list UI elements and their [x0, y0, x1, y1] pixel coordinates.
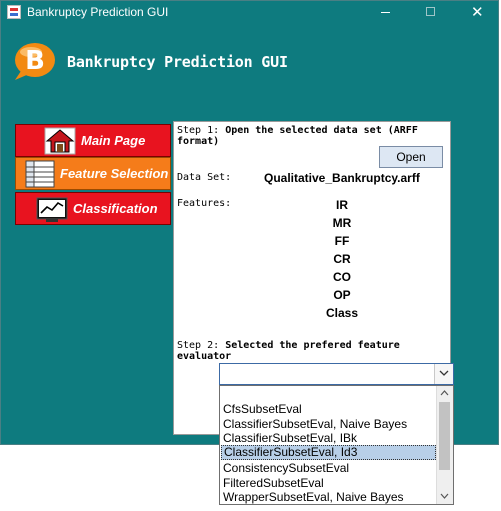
- maximize-icon: [426, 7, 435, 16]
- nav-item-classification[interactable]: Classification: [15, 192, 171, 225]
- step2-number: Step 2:: [177, 340, 220, 351]
- evaluator-dropdown-list: CfsSubsetEval ClassifierSubsetEval, Naiv…: [219, 385, 454, 505]
- dropdown-option[interactable]: ClassifierSubsetEval, Naive Bayes: [221, 417, 436, 432]
- nav-label-main-page: Main Page: [81, 133, 146, 148]
- dataset-label: Data Set:: [177, 172, 232, 183]
- chevron-down-icon: [439, 370, 449, 376]
- side-nav: Main Page Feature Selection Classificati…: [15, 124, 171, 226]
- dropdown-scrollbar[interactable]: [436, 386, 453, 504]
- scrollbar-thumb[interactable]: [439, 402, 450, 470]
- dataset-value: Qualitative_Bankruptcy.arff: [264, 171, 420, 185]
- title-bar: Bankruptcy Prediction GUI ✕: [1, 1, 498, 24]
- app-heading: Bankruptcy Prediction GUI: [67, 53, 288, 71]
- scroll-down-arrow-icon[interactable]: [440, 493, 449, 499]
- feature-item: Class: [325, 306, 359, 320]
- feature-item: IR: [336, 198, 348, 212]
- chart-icon: [36, 197, 68, 222]
- feature-item: MR: [332, 216, 352, 230]
- logo-icon: B: [15, 43, 55, 80]
- feature-item: CO: [333, 270, 351, 284]
- nav-item-main-page[interactable]: Main Page: [15, 124, 171, 157]
- logo-letter: B: [25, 46, 45, 76]
- app-icon: [7, 5, 21, 19]
- window-title: Bankruptcy Prediction GUI: [27, 5, 169, 19]
- evaluator-combobox[interactable]: [219, 363, 454, 385]
- dropdown-option[interactable]: ClassifierSubsetEval, IBk: [221, 431, 436, 446]
- open-button[interactable]: Open: [379, 146, 443, 168]
- nav-item-feature-selection[interactable]: Feature Selection: [15, 157, 171, 190]
- dropdown-option[interactable]: WrapperSubsetEval, Naive Bayes: [221, 490, 436, 505]
- nav-label-feature-selection: Feature Selection: [60, 166, 169, 181]
- dropdown-option[interactable]: [221, 387, 436, 402]
- step1-label: Step 1: Open the selected data set (ARFF…: [177, 125, 450, 147]
- table-icon: [25, 160, 55, 188]
- feature-item: CR: [333, 252, 351, 266]
- features-label: Features:: [177, 198, 232, 209]
- close-icon: ✕: [471, 3, 484, 21]
- nav-label-classification: Classification: [73, 201, 158, 216]
- close-button[interactable]: ✕: [454, 1, 500, 24]
- feature-item: OP: [333, 288, 351, 302]
- dropdown-option[interactable]: FilteredSubsetEval: [221, 476, 436, 491]
- dropdown-option[interactable]: CfsSubsetEval: [221, 402, 436, 417]
- dropdown-option[interactable]: ConsistencySubsetEval: [221, 461, 436, 476]
- step2-label: Step 2: Selected the prefered feature ev…: [177, 340, 450, 362]
- house-icon: [44, 127, 76, 155]
- feature-item: FF: [334, 234, 350, 248]
- step1-number: Step 1:: [177, 125, 220, 136]
- minimize-icon: [381, 12, 390, 13]
- dropdown-option-selected[interactable]: ClassifierSubsetEval, Id3: [221, 445, 436, 460]
- maximize-button[interactable]: [408, 1, 454, 24]
- combo-dropdown-button[interactable]: [434, 364, 453, 384]
- minimize-button[interactable]: [362, 1, 408, 24]
- scroll-up-arrow-icon[interactable]: [440, 390, 449, 396]
